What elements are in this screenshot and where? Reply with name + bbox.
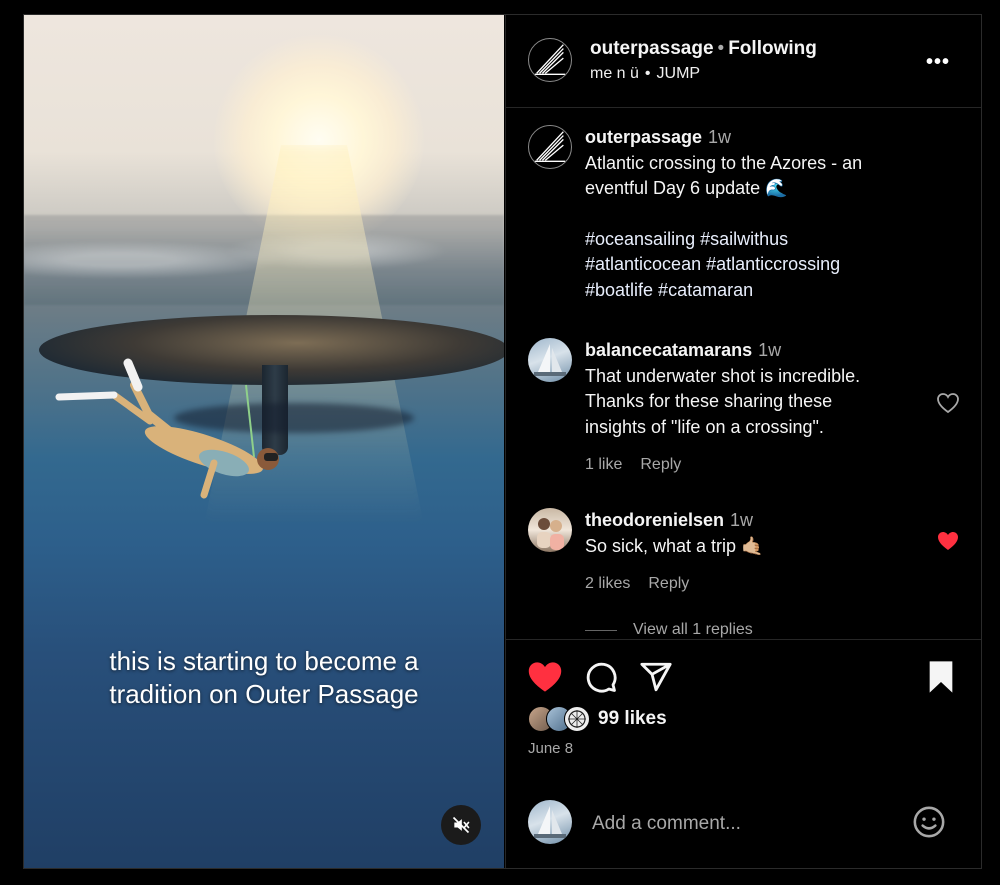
author-avatar[interactable] [528, 125, 572, 169]
replies-divider [585, 629, 617, 631]
speaker-muted-icon [452, 816, 470, 834]
audio-info[interactable]: me n ü • JUMP [590, 65, 700, 83]
video-caption: this is starting to become a tradition o… [24, 645, 504, 711]
post-header: outerpassage • Following me n ü • JUMP ••• [506, 15, 981, 108]
hashtag-line-1[interactable]: #oceansailing #sailwithus [585, 227, 925, 253]
comment-text-line-2: Thanks for these sharing these [585, 391, 833, 411]
likes-summary[interactable]: 99 likes [528, 706, 667, 732]
separator-dot: • [717, 38, 725, 59]
comment-likes-count[interactable]: 2 likes [585, 575, 630, 592]
comment-text-line-1: That underwater shot is incredible. [585, 365, 861, 386]
send-icon[interactable] [639, 660, 673, 694]
catamaran-photo [534, 344, 566, 376]
caption-line-2: tradition on Outer Passage [109, 679, 419, 709]
view-replies-button[interactable]: View all 1 replies [585, 621, 753, 639]
audio-track[interactable]: JUMP [657, 65, 701, 82]
caption-body: outerpassage 1w Atlantic crossing to the … [585, 125, 925, 303]
mute-button[interactable] [441, 805, 481, 845]
sail-logo-icon [534, 44, 566, 75]
post-modal: this is starting to become a tradition o… [23, 14, 982, 869]
more-options-button[interactable]: ••• [926, 51, 950, 74]
separator-dot: • [644, 65, 651, 82]
hashtag-line-3[interactable]: #boatlife #catamaran [585, 278, 925, 304]
hashtag-line-2[interactable]: #atlanticocean #atlanticcrossing [585, 252, 925, 278]
post-side-panel: outerpassage • Following me n ü • JUMP ••• [505, 15, 981, 868]
comment-username[interactable]: balancecatamarans [585, 340, 752, 360]
comment-text: So sick, what a trip 🤙🏼 [585, 535, 764, 556]
compass-logo-icon [568, 710, 586, 728]
add-comment-bar [506, 800, 981, 862]
caption-username[interactable]: outerpassage [585, 127, 702, 147]
comment-meta: 2 likes Reply [585, 571, 925, 597]
caption-text-line-1: Atlantic crossing to the Azores - an [585, 152, 863, 173]
comment-body: theodorenielsen 1w So sick, what a trip 🤙… [585, 508, 925, 597]
following-button[interactable]: Following [728, 38, 817, 59]
comment-text-line-3: insights of "life on a crossing". [585, 416, 824, 437]
people-photo [537, 518, 564, 550]
heart-filled-icon[interactable] [936, 530, 960, 552]
current-user-avatar[interactable] [528, 800, 572, 844]
reply-button[interactable]: Reply [648, 575, 689, 592]
post-video[interactable]: this is starting to become a tradition o… [24, 15, 504, 868]
heart-outline-icon[interactable] [936, 392, 960, 414]
heart-filled-icon[interactable] [526, 660, 564, 694]
sail-logo-icon [534, 131, 566, 162]
catamaran-photo [534, 806, 566, 838]
comment-age[interactable]: 1w [730, 510, 753, 530]
audio-artist[interactable]: me n ü [590, 65, 639, 82]
author-avatar[interactable] [528, 38, 572, 82]
caption-age[interactable]: 1w [708, 127, 731, 147]
post-date[interactable]: June 8 [528, 740, 573, 757]
swimmer-figure [55, 358, 279, 499]
post-actions: 99 likes June 8 [506, 639, 981, 868]
caption-line-1: this is starting to become a [109, 646, 419, 676]
view-replies-label: View all 1 replies [633, 621, 753, 638]
comment-likes-count[interactable]: 1 like [585, 456, 622, 473]
comment-input[interactable] [590, 808, 894, 840]
likes-count[interactable]: 99 likes [598, 708, 667, 730]
comment-body: balancecatamarans 1w That underwater shot… [585, 338, 925, 478]
comments-list[interactable]: outerpassage 1w Atlantic crossing to the … [506, 108, 981, 639]
comment-icon[interactable] [584, 660, 618, 694]
liker-avatar [564, 706, 590, 732]
reply-button[interactable]: Reply [640, 456, 681, 473]
author-username[interactable]: outerpassage [590, 38, 714, 59]
commenter-avatar[interactable] [528, 508, 572, 552]
smiley-icon[interactable] [912, 805, 946, 839]
header-user-line: outerpassage • Following [590, 38, 817, 60]
commenter-avatar[interactable] [528, 338, 572, 382]
bookmark-filled-icon[interactable] [926, 660, 956, 694]
caption-text-line-2: eventful Day 6 update 🌊 [585, 178, 788, 198]
comment-meta: 1 like Reply [585, 452, 925, 478]
comment-age[interactable]: 1w [758, 340, 781, 360]
hashtags: #oceansailing #sailwithus #atlanticocean… [585, 227, 925, 304]
comment-username[interactable]: theodorenielsen [585, 510, 724, 530]
more-horizontal-icon: ••• [926, 51, 951, 73]
